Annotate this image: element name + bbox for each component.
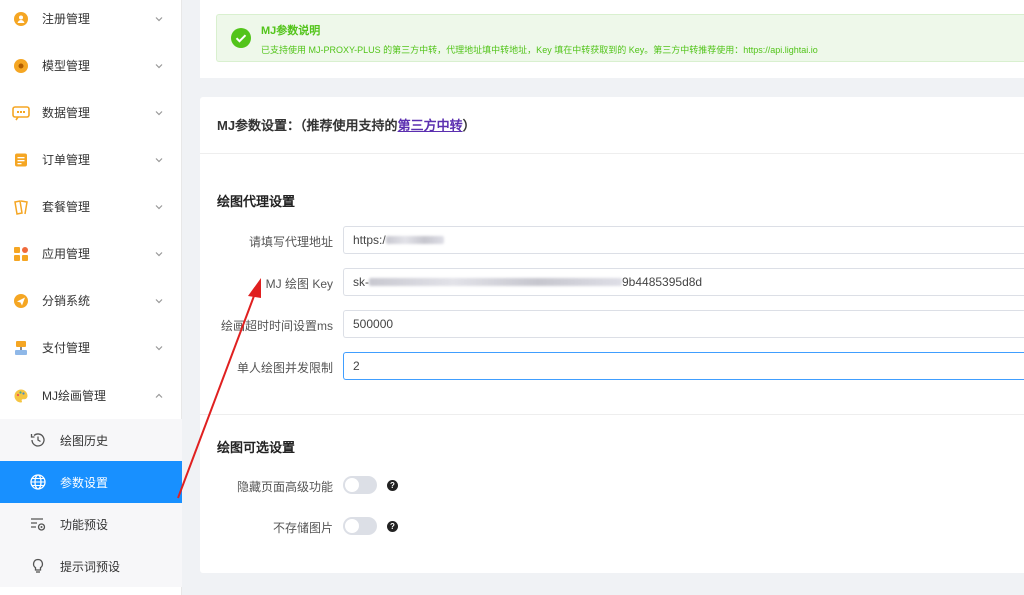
chevron-down-icon: [155, 63, 163, 68]
title-prefix: MJ参数设置：（推荐使用支持的: [217, 118, 398, 133]
mj-key-input[interactable]: sk- 9b4485395d8d: [343, 268, 1024, 296]
globe-icon: [29, 473, 47, 491]
chevron-down-icon: [155, 251, 163, 256]
distribution-icon: [12, 292, 30, 310]
sidebar-item-apps[interactable]: 应用管理: [0, 230, 182, 277]
proxy-url-input[interactable]: https:/: [343, 226, 1024, 254]
hide-advanced-toggle[interactable]: [343, 476, 377, 494]
lightbulb-icon: [29, 557, 47, 575]
timeout-input[interactable]: [343, 310, 1024, 338]
sidebar-item-label: 套餐管理: [42, 200, 91, 214]
sidebar-subitem-label: 提示词预设: [60, 559, 121, 574]
sidebar-item-data[interactable]: 数据管理: [0, 89, 182, 136]
no-store-images-toggle[interactable]: [343, 517, 377, 535]
user-plus-icon: [12, 10, 30, 28]
third-party-relay-link[interactable]: 第三方中转: [398, 118, 463, 133]
app-icon: [12, 245, 30, 263]
chevron-down-icon: [155, 345, 163, 350]
chevron-down-icon: [155, 298, 163, 303]
package-icon: [12, 198, 30, 216]
redacted-value: [369, 278, 622, 286]
settings-card: MJ参数设置：（推荐使用支持的第三方中转） 绘图代理设置 请填写代理地址 htt…: [200, 97, 1024, 573]
section-divider: [200, 414, 1024, 415]
no-store-images-label: 不存储图片: [272, 521, 333, 535]
sidebar-subitem-label: 绘图历史: [60, 433, 109, 448]
sidebar-item-orders[interactable]: 订单管理: [0, 136, 182, 183]
chevron-down-icon: [155, 204, 163, 209]
concurrency-label: 单人绘图并发限制: [236, 361, 333, 375]
sidebar-subitem-label: 功能预设: [60, 517, 109, 532]
sidebar-item-label: MJ绘画管理: [42, 389, 106, 403]
sidebar-item-registration[interactable]: 注册管理: [0, 0, 182, 42]
chevron-down-icon: [155, 110, 163, 115]
sidebar-item-models[interactable]: 模型管理: [0, 42, 182, 89]
model-icon: [12, 57, 30, 75]
chevron-up-icon: [155, 393, 163, 398]
sidebar-item-label: 应用管理: [42, 247, 91, 261]
history-icon: [29, 431, 47, 449]
sidebar-item-payment[interactable]: 支付管理: [0, 324, 182, 371]
sidebar-item-label: 注册管理: [42, 12, 91, 26]
check-circle-icon: [231, 28, 251, 48]
redacted-value: [385, 236, 444, 244]
sidebar: 注册管理 模型管理 数据管理 订单管理 套餐管理 应用管理 分销系统 支付管理 …: [0, 0, 182, 595]
question-icon[interactable]: ?: [387, 480, 398, 491]
proxy-url-prefix: https:/: [353, 233, 386, 247]
sidebar-subitem-presets[interactable]: 功能预设: [0, 503, 182, 545]
chevron-down-icon: [155, 157, 163, 162]
notice-card: MJ参数说明 已支持使用 MJ-PROXY-PLUS 的第三方中转，代理地址填中…: [200, 0, 1024, 78]
sidebar-item-label: 支付管理: [42, 341, 91, 355]
sidebar-item-label: 订单管理: [42, 153, 91, 167]
mj-key-prefix: sk-: [353, 275, 369, 289]
concurrency-input[interactable]: [343, 352, 1024, 380]
sidebar-subitem-prompt-presets[interactable]: 提示词预设: [0, 545, 182, 587]
data-icon: [12, 104, 30, 122]
question-icon[interactable]: ?: [387, 521, 398, 532]
page-title: MJ参数设置：（推荐使用支持的第三方中转）: [217, 115, 476, 134]
section-title-optional: 绘图可选设置: [217, 440, 296, 455]
preset-icon: [29, 515, 47, 533]
payment-icon: [12, 339, 30, 357]
sidebar-item-packages[interactable]: 套餐管理: [0, 183, 182, 230]
sidebar-subitem-params[interactable]: 参数设置: [0, 461, 182, 503]
alert-title: MJ参数说明: [261, 25, 321, 37]
proxy-url-label: 请填写代理地址: [248, 235, 333, 249]
card-header: MJ参数设置：（推荐使用支持的第三方中转）: [200, 97, 1024, 154]
chevron-down-icon: [155, 16, 163, 21]
mj-key-label: MJ 绘图 Key: [265, 277, 333, 291]
mj-key-suffix: 9b4485395d8d: [622, 275, 703, 289]
sidebar-item-label: 分销系统: [42, 294, 91, 308]
sidebar-subitem-label: 参数设置: [60, 475, 109, 490]
timeout-label: 绘画超时时间设置ms: [221, 319, 333, 333]
success-alert: MJ参数说明 已支持使用 MJ-PROXY-PLUS 的第三方中转，代理地址填中…: [216, 14, 1024, 62]
order-icon: [12, 151, 30, 169]
sidebar-item-mj-drawing[interactable]: MJ绘画管理: [0, 372, 182, 419]
sidebar-item-label: 数据管理: [42, 106, 91, 120]
palette-icon: [12, 387, 30, 405]
sidebar-subitem-history[interactable]: 绘图历史: [0, 419, 182, 461]
sidebar-item-label: 模型管理: [42, 59, 91, 73]
sidebar-item-distribution[interactable]: 分销系统: [0, 277, 182, 324]
section-title-proxy: 绘图代理设置: [217, 194, 296, 209]
alert-description: 已支持使用 MJ-PROXY-PLUS 的第三方中转，代理地址填中转地址，Key…: [261, 45, 818, 55]
title-suffix: ）: [462, 118, 476, 133]
hide-advanced-label: 隐藏页面高级功能: [236, 480, 333, 494]
